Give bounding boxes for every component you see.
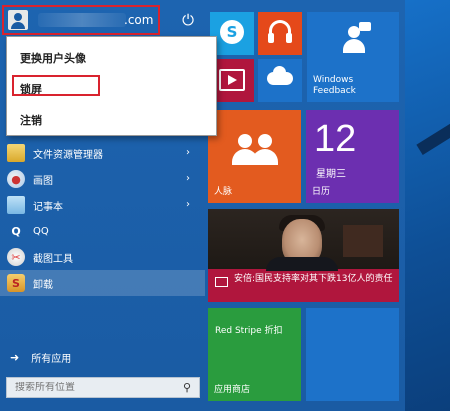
lock-highlight-box bbox=[12, 75, 100, 96]
app-label: 卸载 bbox=[33, 279, 53, 291]
tile-music[interactable] bbox=[258, 12, 302, 55]
calendar-weekday: 星期三 bbox=[316, 169, 346, 180]
store-promo: Red Stripe 折扣 bbox=[215, 326, 283, 336]
search-icon[interactable]: ⚲ bbox=[183, 381, 191, 394]
tile-label: 人脉 bbox=[214, 187, 233, 197]
chevron-right-icon[interactable]: › bbox=[186, 173, 190, 184]
headphones-icon bbox=[268, 20, 292, 43]
arrow-right-icon: ➜ bbox=[10, 350, 20, 364]
chevron-right-icon[interactable]: › bbox=[186, 199, 190, 210]
start-menu: .com ⏻ 文件资源管理器 › ● 画图 › 记事本 › Q QQ ✂ 截图工… bbox=[0, 0, 450, 411]
chevron-right-icon[interactable]: › bbox=[186, 147, 190, 158]
skype-icon: S bbox=[220, 20, 244, 44]
tile-calendar[interactable]: 12 星期三 日历 bbox=[306, 110, 399, 203]
app-label: 记事本 bbox=[33, 201, 63, 213]
cloud-icon bbox=[267, 66, 293, 85]
user-menu-popup: 更换用户头像 锁屏 注销 bbox=[6, 36, 217, 136]
news-icon bbox=[215, 277, 228, 287]
search-box[interactable]: ⚲ bbox=[6, 377, 200, 398]
user-account-button[interactable]: .com bbox=[2, 5, 160, 35]
tile-label: 应用商店 bbox=[214, 385, 251, 395]
app-label: QQ bbox=[33, 225, 49, 237]
username-suffix: .com bbox=[124, 13, 154, 27]
tile-onedrive[interactable] bbox=[258, 59, 302, 102]
app-list: 文件资源管理器 › ● 画图 › 记事本 › Q QQ ✂ 截图工具 S 卸载 bbox=[0, 140, 205, 296]
people-icon bbox=[230, 130, 280, 170]
tile-news[interactable]: 安倍:国民支持率对其下跌13亿人的责任 bbox=[208, 209, 399, 302]
news-photo bbox=[208, 209, 399, 271]
app-label: 文件资源管理器 bbox=[33, 149, 103, 161]
change-avatar-item[interactable]: 更换用户头像 bbox=[20, 50, 86, 66]
tile-windows-feedback[interactable]: Windows Feedback bbox=[307, 12, 399, 102]
power-icon[interactable]: ⏻ bbox=[180, 12, 196, 28]
uninstall-icon: S bbox=[7, 274, 25, 292]
username-blurred bbox=[38, 13, 126, 27]
folder-icon bbox=[7, 144, 25, 162]
qq-icon: Q bbox=[11, 224, 21, 238]
all-apps-button[interactable]: ➜ 所有应用 bbox=[0, 346, 205, 368]
video-icon bbox=[219, 69, 245, 91]
app-uninstall[interactable]: S 卸载 bbox=[0, 270, 205, 296]
paint-icon: ● bbox=[7, 170, 25, 188]
app-paint[interactable]: ● 画图 › bbox=[0, 166, 205, 192]
tile-label: Windows Feedback bbox=[313, 75, 356, 96]
news-headline: 安倍:国民支持率对其下跌13亿人的责任 bbox=[234, 274, 393, 284]
app-snipping-tool[interactable]: ✂ 截图工具 bbox=[0, 244, 205, 270]
feedback-icon bbox=[341, 22, 371, 56]
search-input[interactable] bbox=[15, 382, 175, 393]
desktop-background bbox=[405, 0, 450, 411]
tile-label: 日历 bbox=[312, 187, 331, 197]
tile-empty[interactable] bbox=[306, 308, 399, 401]
calendar-date: 12 bbox=[314, 118, 357, 160]
app-qq[interactable]: Q QQ bbox=[0, 218, 205, 244]
notepad-icon bbox=[7, 196, 25, 214]
all-apps-label: 所有应用 bbox=[31, 353, 72, 365]
app-label: 画图 bbox=[33, 175, 53, 187]
tile-store[interactable]: Red Stripe 折扣 应用商店 bbox=[208, 308, 301, 401]
snipping-tool-icon: ✂ bbox=[7, 248, 25, 266]
sign-out-item[interactable]: 注销 bbox=[20, 112, 42, 128]
avatar bbox=[8, 10, 28, 30]
app-label: 截图工具 bbox=[33, 253, 73, 265]
app-file-explorer[interactable]: 文件资源管理器 › bbox=[0, 140, 205, 166]
app-notepad[interactable]: 记事本 › bbox=[0, 192, 205, 218]
tile-people[interactable]: 人脉 bbox=[208, 110, 301, 203]
